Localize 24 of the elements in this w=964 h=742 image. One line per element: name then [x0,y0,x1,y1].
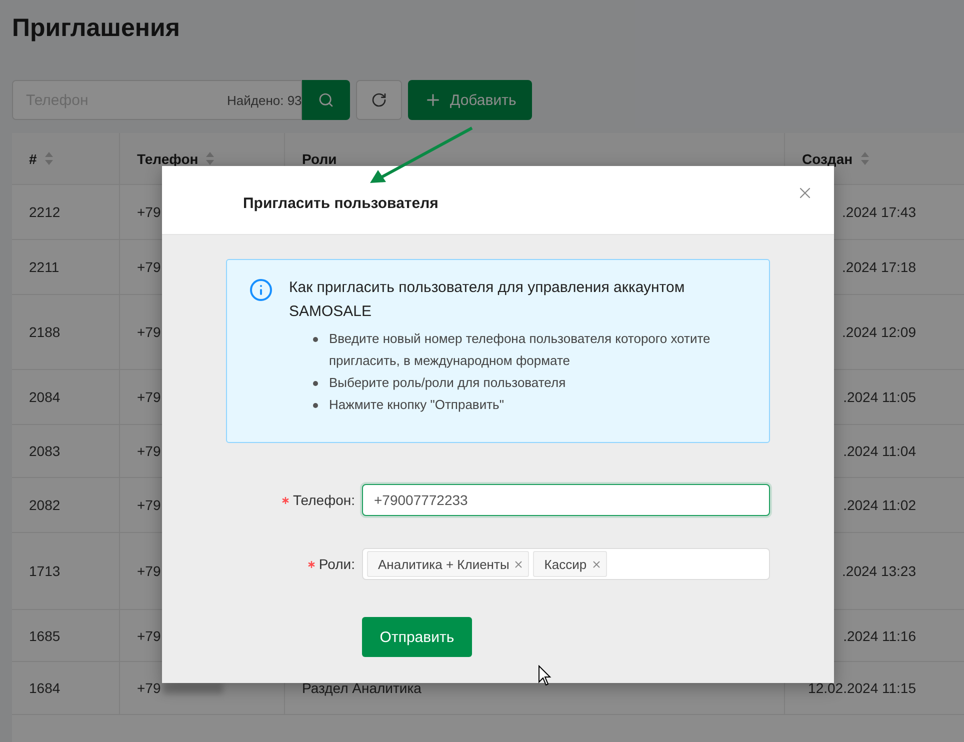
column-header[interactable]: # [12,133,120,185]
submit-button[interactable]: Отправить [362,617,472,657]
page-title: Приглашения [12,14,181,44]
phone-input[interactable]: +79007772233 [362,484,770,516]
table-cell: 2083 [12,425,120,478]
instruction-item: Выберите роль/роли для пользователя [329,374,566,392]
role-tag[interactable]: Кассир [533,551,607,577]
roles-select[interactable]: Аналитика + Клиенты Кассир [362,548,770,580]
table-cell: 1713 [12,533,120,610]
field-label: Роли: [318,556,355,572]
table-cell: 2212 [12,185,120,240]
alert-title: Как пригласить пользователя для управления аккаунтом SAMOSALE [289,278,686,322]
table-cell: 2084 [12,370,120,425]
table-cell: 1684 [12,662,120,715]
table-cell: 2188 [12,295,120,370]
table-cell: 2082 [12,478,120,533]
instruction-item: Нажмите кнопку "Отправить" [329,396,504,414]
found-count: Найдено: 93 [227,92,302,108]
instruction-item: Введите новый номер телефона пользователя которого хотите пригласить, в международном формате [329,330,712,370]
add-button[interactable]: Добавить [408,80,532,120]
table-cell: 1685 [12,610,120,662]
role-tag[interactable]: Аналитика + Клиенты [367,551,530,577]
field-label: Телефон: [293,492,355,508]
table-cell: 2211 [12,240,120,295]
